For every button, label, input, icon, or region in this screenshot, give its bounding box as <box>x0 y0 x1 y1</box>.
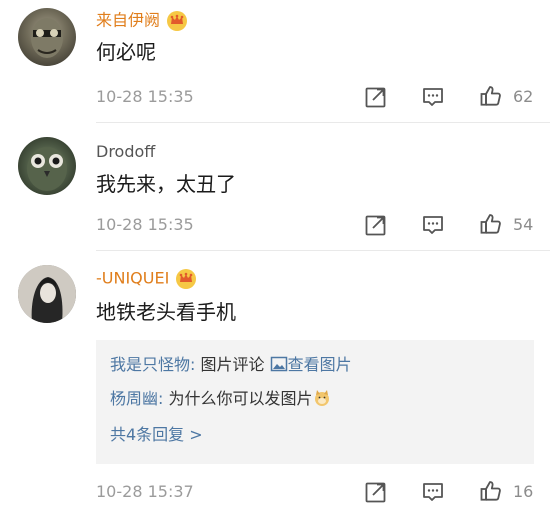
view-image-link[interactable]: 查看图片 <box>288 355 352 374</box>
username[interactable]: -UNIQUEI <box>96 268 197 290</box>
avatar[interactable] <box>18 8 76 66</box>
repost-icon[interactable] <box>364 480 388 504</box>
username-label[interactable]: -UNIQUEI <box>96 269 169 288</box>
crown-badge-icon <box>176 269 197 289</box>
reply-username[interactable]: 杨周幽: <box>110 389 163 408</box>
username-label[interactable]: 来自伊阙 <box>96 11 160 30</box>
reply-item[interactable]: 我是只怪物: 图片评论 查看图片 <box>110 354 352 376</box>
username[interactable]: Drodoff <box>96 142 155 162</box>
like-count: 62 <box>513 87 534 106</box>
comment-icon[interactable] <box>421 480 445 504</box>
divider <box>96 122 550 123</box>
like-icon[interactable] <box>479 84 503 108</box>
picture-icon <box>270 356 287 372</box>
like-icon[interactable] <box>479 479 503 503</box>
doge-emoji-icon <box>314 390 329 406</box>
comment-text: 地铁老头看手机 <box>96 300 236 324</box>
reply-text: 为什么你可以发图片 <box>163 389 313 408</box>
comment-text: 何必呢 <box>96 40 156 64</box>
comment-icon[interactable] <box>421 213 445 237</box>
username[interactable]: 来自伊阙 <box>96 10 188 32</box>
timestamp: 10-28 15:37 <box>96 482 194 501</box>
like-count: 54 <box>513 215 534 234</box>
reply-username[interactable]: 我是只怪物: <box>110 355 195 374</box>
like-icon[interactable] <box>479 212 503 236</box>
comment-text: 我先来，太丑了 <box>96 172 236 196</box>
crown-badge-icon <box>167 11 188 31</box>
avatar[interactable] <box>18 137 76 195</box>
reply-item[interactable]: 杨周幽: 为什么你可以发图片 <box>110 388 331 410</box>
comment-item: 来自伊阙 何必呢 10-28 15:35 62 <box>0 0 550 125</box>
like-count: 16 <box>513 482 534 501</box>
timestamp: 10-28 15:35 <box>96 87 194 106</box>
divider <box>96 250 550 251</box>
more-replies-link[interactable]: 共4条回复 > <box>110 424 203 446</box>
avatar[interactable] <box>18 265 76 323</box>
comment-item: -UNIQUEI 地铁老头看手机 我是只怪物: 图片评论 查看图片 杨周幽: 为… <box>0 253 550 508</box>
repost-icon[interactable] <box>364 85 388 109</box>
reply-box[interactable]: 我是只怪物: 图片评论 查看图片 杨周幽: 为什么你可以发图片 共4条回复 > <box>96 340 534 464</box>
comment-icon[interactable] <box>421 85 445 109</box>
repost-icon[interactable] <box>364 213 388 237</box>
timestamp: 10-28 15:35 <box>96 215 194 234</box>
reply-text: 图片评论 <box>195 355 270 374</box>
comment-item: Drodoff 我先来，太丑了 10-28 15:35 54 <box>0 125 550 253</box>
